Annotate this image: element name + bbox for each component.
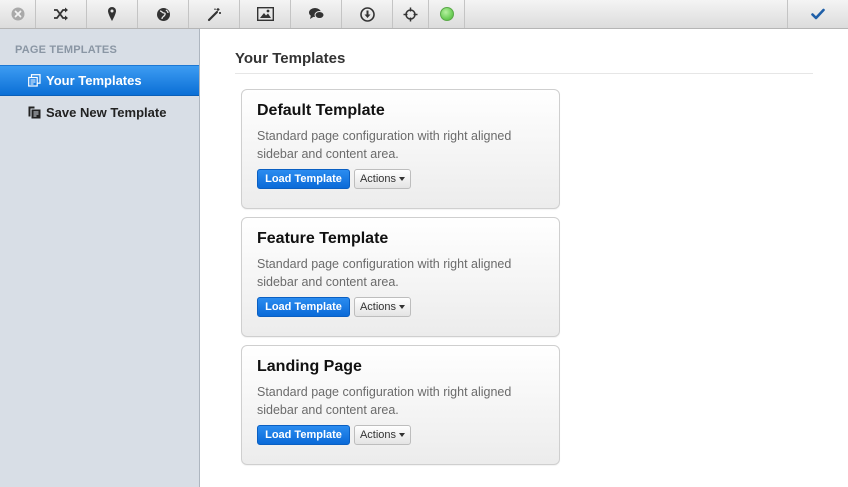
sidebar-item-save-new-template[interactable]: Save New Template [0, 97, 199, 128]
template-description: Standard page configuration with right a… [257, 129, 512, 161]
download-icon [359, 6, 375, 22]
close-button[interactable] [0, 0, 36, 28]
template-description: Standard page configuration with right a… [257, 385, 512, 417]
actions-dropdown[interactable]: Actions [354, 425, 411, 445]
download-button[interactable] [342, 0, 393, 28]
comments-icon [308, 7, 325, 21]
sidebar-item-label: Save New Template [46, 105, 167, 120]
shuffle-button[interactable] [36, 0, 87, 28]
sidebar-heading: PAGE TEMPLATES [15, 44, 118, 56]
status-dot-icon [439, 7, 454, 21]
target-button[interactable] [393, 0, 429, 28]
location-button[interactable] [87, 0, 138, 28]
chevron-down-icon [399, 177, 406, 181]
globe-icon [156, 7, 171, 22]
close-icon [11, 7, 25, 21]
actions-dropdown[interactable]: Actions [354, 297, 411, 317]
checkmark-icon [811, 8, 825, 20]
template-card: Landing Page Standard page configuration… [241, 345, 560, 465]
title-divider [235, 73, 813, 74]
crosshair-icon [403, 7, 418, 22]
page-title: Your Templates [235, 50, 346, 67]
copy-icon [28, 106, 41, 119]
actions-label: Actions [359, 301, 397, 313]
template-title: Feature Template [257, 230, 389, 247]
actions-label: Actions [359, 173, 397, 185]
template-title: Landing Page [257, 358, 362, 375]
template-title: Default Template [257, 102, 385, 119]
image-icon [256, 7, 274, 21]
confirm-button[interactable] [787, 0, 848, 28]
status-indicator [429, 0, 465, 28]
template-card: Feature Template Standard page configura… [241, 217, 560, 337]
chevron-down-icon [399, 433, 406, 437]
templates-icon [28, 74, 41, 87]
shuffle-icon [53, 7, 69, 21]
map-pin-icon [106, 6, 118, 22]
magic-wand-button[interactable] [189, 0, 240, 28]
image-button[interactable] [240, 0, 291, 28]
actions-label: Actions [359, 429, 397, 441]
toolbar [0, 0, 848, 29]
chevron-down-icon [399, 305, 406, 309]
load-template-button[interactable]: Load Template [257, 425, 350, 445]
globe-button[interactable] [138, 0, 189, 28]
sidebar-item-your-templates[interactable]: Your Templates [0, 65, 199, 96]
load-template-button[interactable]: Load Template [257, 297, 350, 317]
actions-dropdown[interactable]: Actions [354, 169, 411, 189]
sidebar-item-label: Your Templates [46, 73, 142, 88]
magic-wand-icon [207, 7, 222, 22]
load-template-button[interactable]: Load Template [257, 169, 350, 189]
main-content: Your Templates Default Template Standard… [201, 29, 848, 487]
template-card: Default Template Standard page configura… [241, 89, 560, 209]
template-description: Standard page configuration with right a… [257, 257, 512, 289]
sidebar: PAGE TEMPLATES Your Templates Save New T… [0, 29, 200, 487]
comments-button[interactable] [291, 0, 342, 28]
